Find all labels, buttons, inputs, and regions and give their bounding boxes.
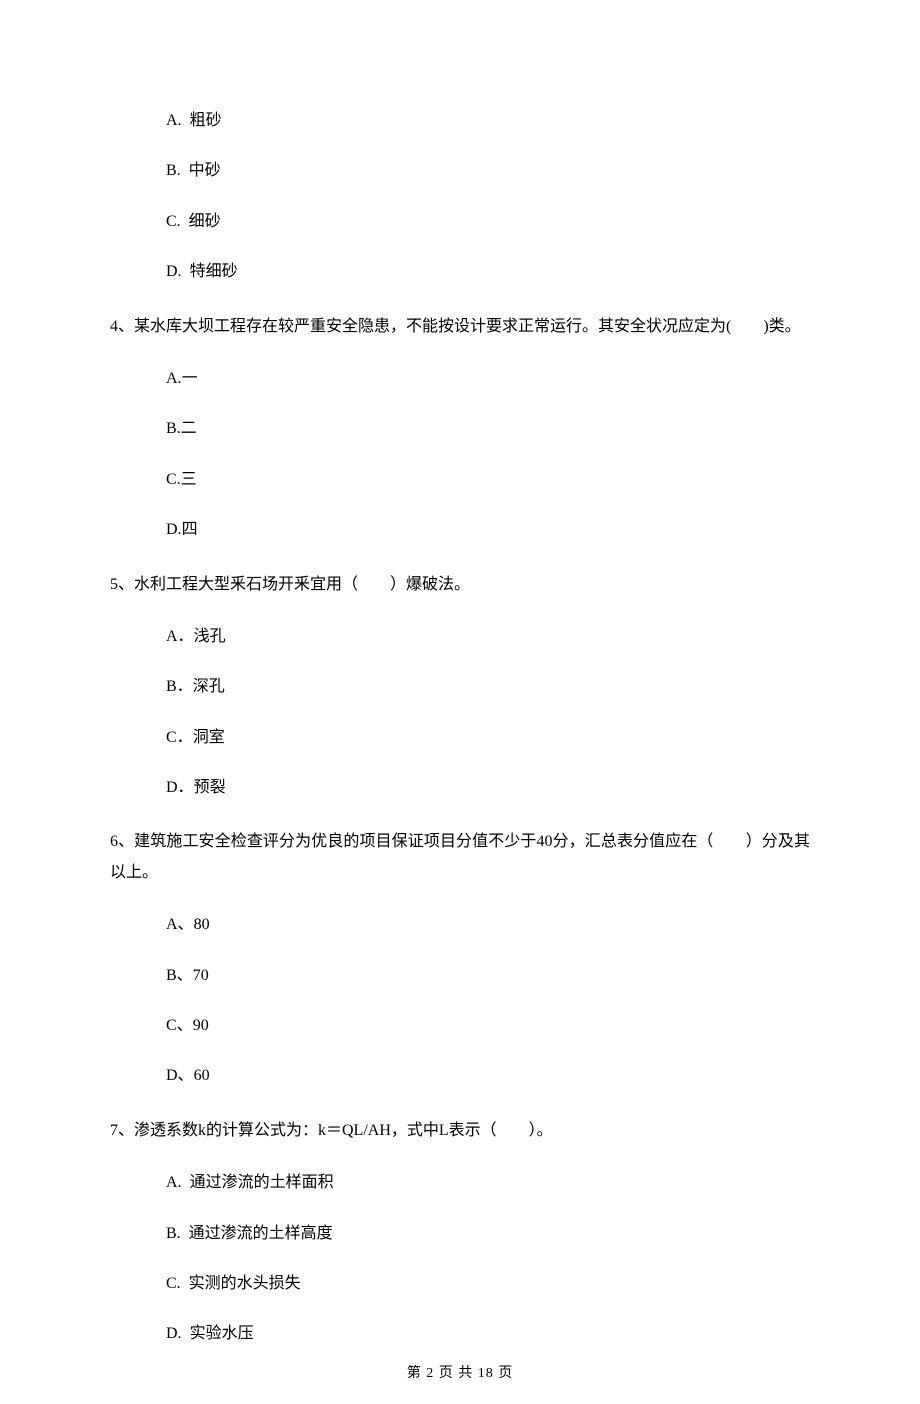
option-item: B.二 bbox=[166, 418, 810, 440]
option-item: C.三 bbox=[166, 469, 810, 491]
option-item: B. 通过渗流的土样高度 bbox=[166, 1223, 810, 1245]
question-7-stem: 7、渗透系数k的计算公式为：k＝QL/AH，式中L表示（ ）。 bbox=[110, 1116, 810, 1146]
option-text: 细砂 bbox=[189, 213, 221, 230]
option-item: C. 细砂 bbox=[166, 211, 810, 233]
option-text: 90 bbox=[193, 1017, 209, 1034]
option-item: A. 通过渗流的土样面积 bbox=[166, 1172, 810, 1194]
option-label: A、 bbox=[166, 916, 194, 933]
question-6-stem: 6、建筑施工安全检查评分为优良的项目保证项目分值不少于40分，汇总表分值应在（ … bbox=[110, 827, 810, 888]
option-text: 通过渗流的土样面积 bbox=[190, 1174, 334, 1191]
option-label: D. bbox=[166, 263, 182, 280]
option-text: 70 bbox=[193, 967, 209, 984]
option-item: A.一 bbox=[166, 368, 810, 390]
option-item: D. 特细砂 bbox=[166, 261, 810, 283]
option-text: 二 bbox=[181, 420, 197, 437]
option-item: D．预裂 bbox=[166, 777, 810, 799]
option-text: 粗砂 bbox=[190, 112, 222, 129]
option-text: 80 bbox=[194, 916, 210, 933]
question-3-options: A. 粗砂 B. 中砂 C. 细砂 D. 特细砂 bbox=[110, 110, 810, 284]
option-item: B、70 bbox=[166, 965, 810, 987]
option-text: 洞室 bbox=[193, 729, 225, 746]
page: A. 粗砂 B. 中砂 C. 细砂 D. 特细砂 4、某水库大坝工程存在较严重安全隐患，… bbox=[0, 0, 920, 1404]
option-label: B、 bbox=[166, 967, 193, 984]
question-5-stem: 5、水利工程大型釆石场开釆宜用（ ）爆破法。 bbox=[110, 570, 810, 600]
question-4-options: A.一 B.二 C.三 D.四 bbox=[110, 368, 810, 542]
option-label: A. bbox=[166, 112, 182, 129]
question-6-options: A、80 B、70 C、90 D、60 bbox=[110, 914, 810, 1088]
option-text: 深孔 bbox=[193, 678, 225, 695]
option-text: 预裂 bbox=[194, 779, 226, 796]
option-label: D、 bbox=[166, 1067, 194, 1084]
option-item: D. 实验水压 bbox=[166, 1323, 810, 1345]
page-footer: 第 2 页 共 18 页 bbox=[0, 1364, 920, 1384]
option-label: D. bbox=[166, 521, 182, 538]
option-label: A. bbox=[166, 1174, 182, 1191]
option-item: C、90 bbox=[166, 1015, 810, 1037]
question-5-options: A．浅孔 B．深孔 C．洞室 D．预裂 bbox=[110, 626, 810, 800]
option-label: C、 bbox=[166, 1017, 193, 1034]
option-label: A． bbox=[166, 628, 194, 645]
option-text: 三 bbox=[181, 471, 197, 488]
option-item: B．深孔 bbox=[166, 676, 810, 698]
option-item: B. 中砂 bbox=[166, 160, 810, 182]
option-item: A. 粗砂 bbox=[166, 110, 810, 132]
question-4-stem: 4、某水库大坝工程存在较严重安全隐患，不能按设计要求正常运行。其安全状况应定为(… bbox=[110, 312, 810, 342]
option-label: D． bbox=[166, 779, 194, 796]
option-label: C. bbox=[166, 1275, 181, 1292]
option-text: 特细砂 bbox=[190, 263, 238, 280]
option-item: D.四 bbox=[166, 519, 810, 541]
option-item: A、80 bbox=[166, 914, 810, 936]
option-label: C. bbox=[166, 213, 181, 230]
option-text: 通过渗流的土样高度 bbox=[189, 1225, 333, 1242]
option-text: 浅孔 bbox=[194, 628, 226, 645]
option-item: C．洞室 bbox=[166, 727, 810, 749]
option-item: C. 实测的水头损失 bbox=[166, 1273, 810, 1295]
option-text: 60 bbox=[194, 1067, 210, 1084]
option-label: C. bbox=[166, 471, 181, 488]
option-text: 实验水压 bbox=[190, 1325, 254, 1342]
option-label: B. bbox=[166, 162, 181, 179]
option-text: 中砂 bbox=[189, 162, 221, 179]
option-text: 四 bbox=[182, 521, 198, 538]
option-item: D、60 bbox=[166, 1065, 810, 1087]
option-label: B. bbox=[166, 1225, 181, 1242]
option-text: 实测的水头损失 bbox=[189, 1275, 301, 1292]
question-7-options: A. 通过渗流的土样面积 B. 通过渗流的土样高度 C. 实测的水头损失 D. 实验水压 bbox=[110, 1172, 810, 1346]
option-label: B. bbox=[166, 420, 181, 437]
option-text: 一 bbox=[182, 370, 198, 387]
option-label: B． bbox=[166, 678, 193, 695]
option-label: D. bbox=[166, 1325, 182, 1342]
option-label: A. bbox=[166, 370, 182, 387]
option-item: A．浅孔 bbox=[166, 626, 810, 648]
option-label: C． bbox=[166, 729, 193, 746]
